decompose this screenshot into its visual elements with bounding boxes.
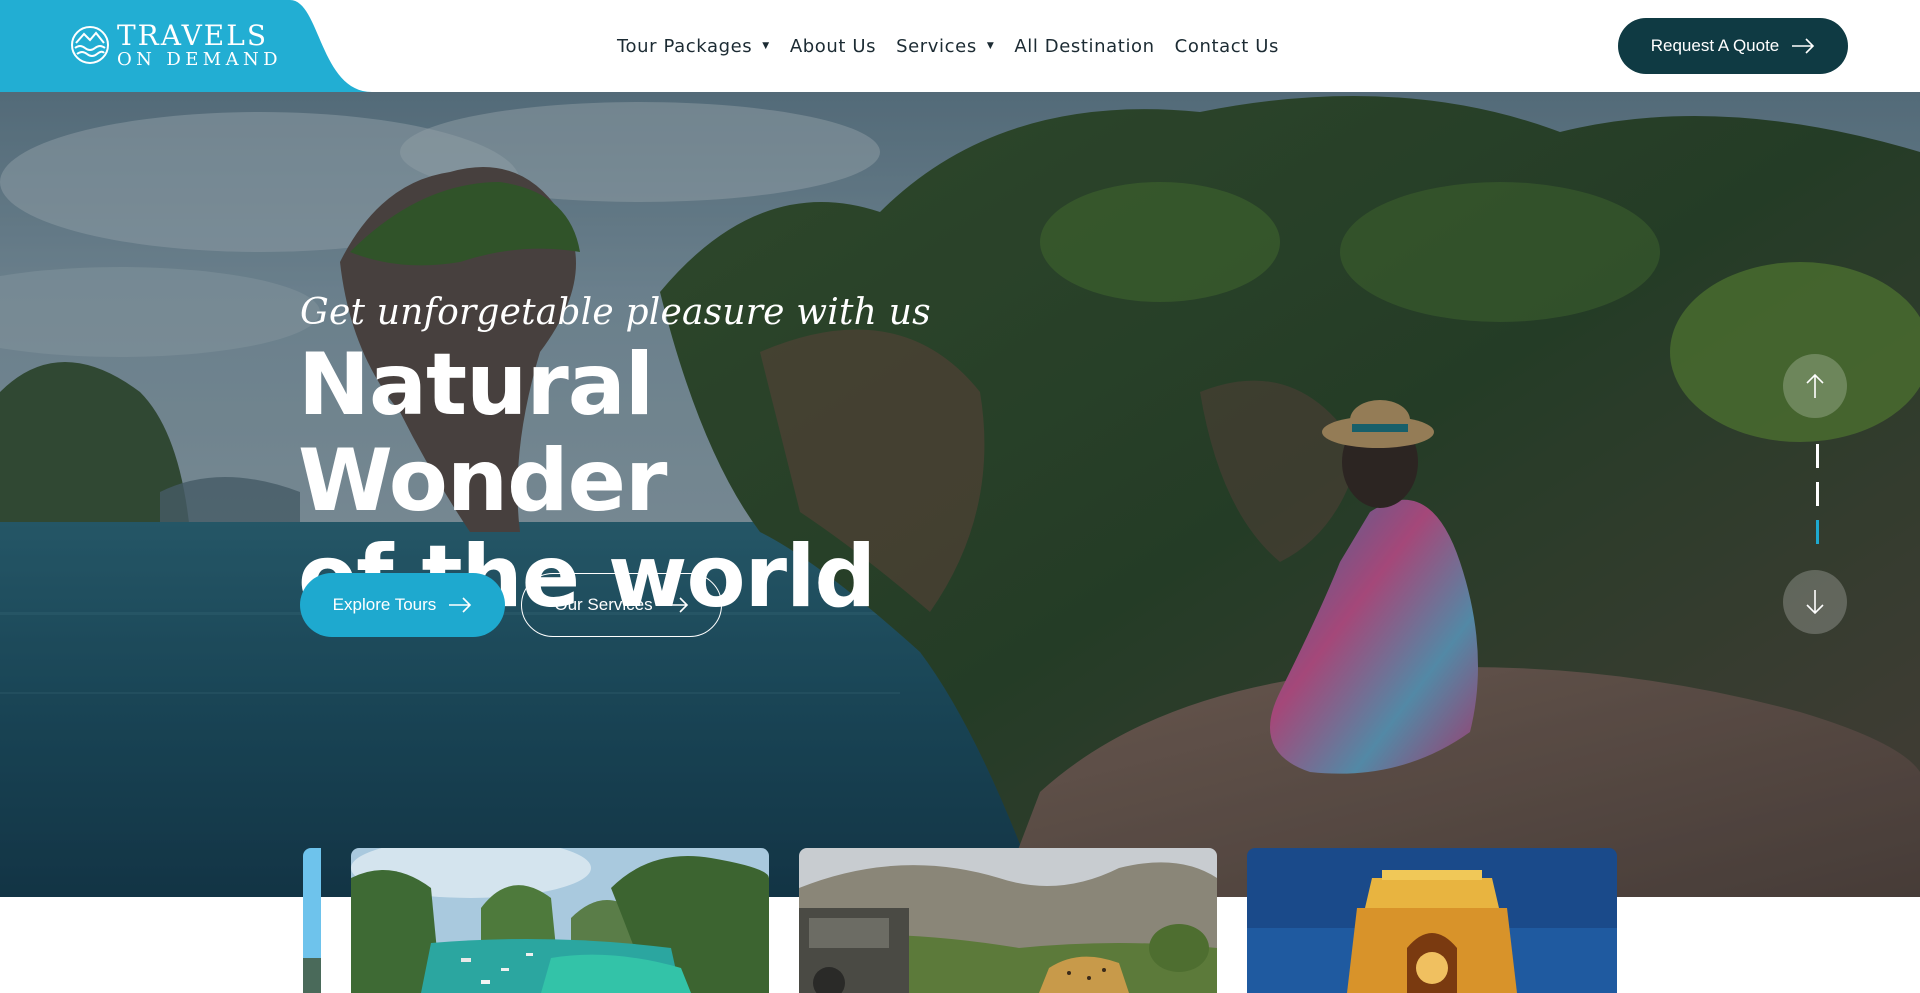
arrow-down-icon	[1806, 590, 1824, 615]
arrow-up-icon	[1806, 373, 1824, 398]
card-image	[1247, 848, 1617, 993]
arrow-right-icon	[665, 597, 688, 613]
caret-down-icon: ▼	[986, 41, 995, 51]
destination-card-partial[interactable]	[303, 848, 321, 993]
hero-section: Get unforgetable pleasure with us Natura…	[0, 92, 1920, 897]
card-image	[351, 848, 769, 993]
logo[interactable]: TRAVELS ON DEMAND	[0, 0, 372, 92]
main-nav: Tour Packages ▼ About Us Services ▼ All …	[617, 0, 1299, 92]
nav-item-label: About Us	[789, 35, 877, 57]
nav-item-all-destination[interactable]: All Destination	[1014, 36, 1154, 57]
caret-down-icon: ▼	[762, 41, 770, 51]
explore-tours-label: Explore Tours	[332, 595, 437, 614]
site-header: TRAVELS ON DEMAND Tour Packages ▼ About …	[0, 0, 1920, 92]
our-services-button[interactable]: Our Services	[521, 573, 722, 637]
slide-indicator-3-active[interactable]	[1816, 520, 1819, 544]
brand-name: TRAVELS ON DEMAND	[117, 22, 282, 69]
request-quote-label: Request A Quote	[1650, 36, 1780, 55]
slider-next-button[interactable]	[1783, 570, 1847, 634]
nav-item-tour-packages[interactable]: Tour Packages ▼	[617, 36, 770, 57]
destination-card-safari[interactable]	[799, 848, 1217, 993]
nav-item-label: All Destination	[1014, 35, 1155, 57]
nav-item-services[interactable]: Services ▼	[896, 36, 994, 57]
brand-line-1: TRAVELS	[117, 19, 269, 52]
card-image	[799, 848, 1217, 993]
explore-tours-button[interactable]: Explore Tours	[300, 573, 505, 637]
our-services-label: Our Services	[554, 595, 653, 614]
card-image	[303, 848, 321, 993]
nav-item-label: Tour Packages	[617, 35, 753, 57]
slide-indicator-1[interactable]	[1816, 444, 1819, 468]
nav-item-label: Services	[896, 35, 977, 57]
nav-item-contact-us[interactable]: Contact Us	[1175, 36, 1279, 57]
destination-card-india-gate[interactable]	[1247, 848, 1617, 993]
destination-card-bay[interactable]	[351, 848, 769, 993]
arrow-right-icon	[449, 597, 472, 613]
brand-line-2: ON DEMAND	[117, 49, 283, 70]
wave-mountain-icon	[71, 26, 109, 64]
nav-item-about-us[interactable]: About Us	[790, 36, 876, 57]
arrow-right-icon	[1792, 38, 1815, 54]
request-quote-button[interactable]: Request A Quote	[1618, 18, 1848, 74]
nav-item-label: Contact Us	[1174, 35, 1279, 57]
slider-prev-button[interactable]	[1783, 354, 1847, 418]
slide-indicator-2[interactable]	[1816, 482, 1819, 506]
headline-line-1: Natural Wonder	[298, 335, 667, 531]
hero-tagline: Get unforgetable pleasure with us	[300, 292, 931, 333]
